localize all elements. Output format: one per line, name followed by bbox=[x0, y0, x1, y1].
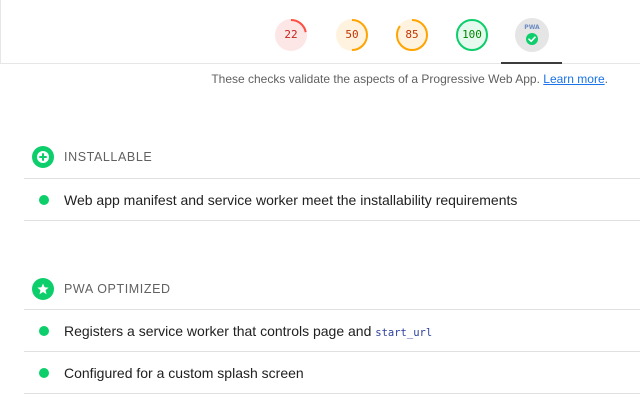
gauge-seo[interactable]: 100 bbox=[455, 18, 489, 52]
pwa-badge-label: PWA bbox=[524, 24, 540, 31]
audit-title-text: Registers a service worker that controls… bbox=[64, 323, 376, 339]
audit-code: start_url bbox=[375, 327, 433, 339]
category-description: These checks validate the aspects of a P… bbox=[0, 72, 608, 86]
gauge-performance[interactable]: 22 bbox=[274, 18, 308, 52]
active-tab-indicator bbox=[501, 62, 562, 64]
gauge-score: 85 bbox=[405, 28, 419, 41]
pass-indicator-icon bbox=[39, 368, 49, 378]
group-installable-header: INSTALLABLE bbox=[0, 143, 640, 171]
star-icon bbox=[32, 278, 54, 300]
divider bbox=[24, 393, 640, 394]
group-title: INSTALLABLE bbox=[64, 150, 153, 164]
pass-indicator-icon bbox=[39, 326, 49, 336]
gauge-score: 50 bbox=[345, 28, 359, 41]
audit-title: Web app manifest and service worker meet… bbox=[64, 192, 517, 208]
description-text: These checks validate the aspects of a P… bbox=[211, 72, 544, 86]
gauge-best-practices[interactable]: 85 bbox=[395, 18, 429, 52]
audit-row[interactable]: Configured for a custom splash screen bbox=[24, 352, 640, 394]
header-left-border bbox=[0, 0, 1, 63]
learn-more-link[interactable]: Learn more bbox=[543, 72, 604, 86]
group-title: PWA OPTIMIZED bbox=[64, 282, 171, 296]
gauge-accessibility[interactable]: 50 bbox=[335, 18, 369, 52]
plus-circle-icon bbox=[32, 146, 54, 168]
audit-row[interactable]: Registers a service worker that controls… bbox=[24, 310, 640, 352]
pwa-badge[interactable]: PWA bbox=[515, 18, 549, 52]
score-header: 22 50 85 100 PWA bbox=[0, 0, 640, 64]
check-icon bbox=[526, 33, 538, 45]
description-tail: . bbox=[604, 72, 608, 86]
audit-row[interactable]: Web app manifest and service worker meet… bbox=[24, 179, 640, 221]
audit-title: Configured for a custom splash screen bbox=[64, 365, 304, 381]
gauge-score: 100 bbox=[462, 28, 482, 41]
gauge-score: 22 bbox=[284, 28, 298, 41]
divider bbox=[24, 220, 640, 221]
audit-title-text: Web app manifest and service worker meet… bbox=[64, 192, 518, 208]
group-pwa-optimized-header: PWA OPTIMIZED bbox=[0, 275, 640, 303]
audit-title-text: Configured for a custom splash screen bbox=[64, 365, 304, 381]
audit-title: Registers a service worker that controls… bbox=[64, 323, 432, 339]
pass-indicator-icon bbox=[39, 195, 49, 205]
